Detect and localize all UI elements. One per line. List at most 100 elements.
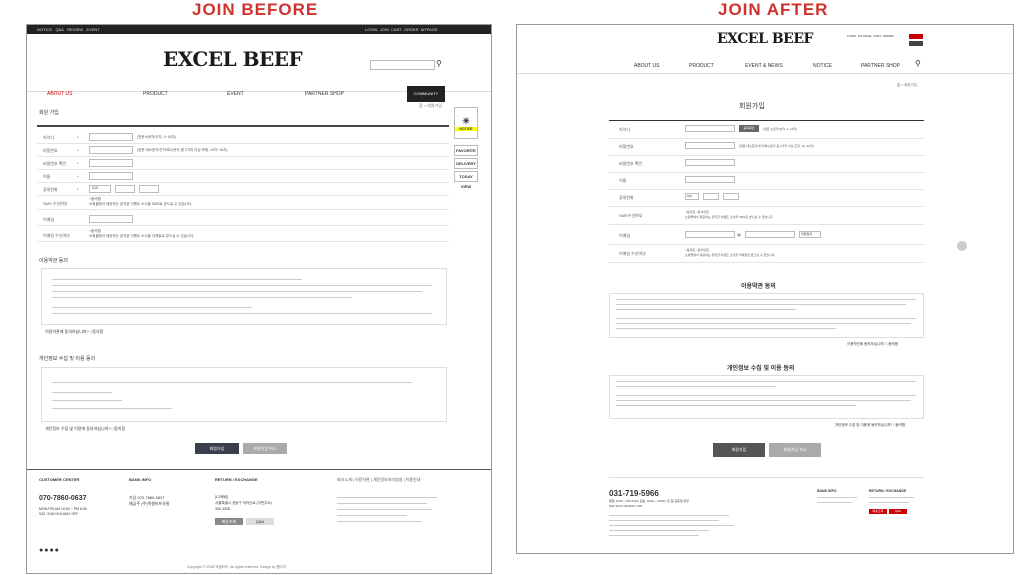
privacy-box[interactable] <box>41 367 447 422</box>
topnav-notice[interactable]: NOTICE <box>37 27 52 32</box>
after-form-hint: 쇼핑몰에서 제공하는 유익한 이벤트 소식을 이메일로 받으실 수 있습니다. <box>685 253 776 257</box>
after-qna-button[interactable]: Q&A <box>889 509 907 514</box>
phone-prefix-select[interactable]: 010 <box>89 185 111 193</box>
phone-input[interactable] <box>115 185 135 193</box>
form-label: 비밀번호 <box>43 148 58 153</box>
notice-widget[interactable]: ☀ NOTICE <box>454 107 478 139</box>
after-util-order[interactable]: ORDER <box>883 34 894 38</box>
after-text-input[interactable] <box>685 159 735 166</box>
terms-box[interactable] <box>41 268 447 325</box>
after-cancel-button[interactable]: 회원가입 취소 <box>769 443 821 457</box>
after-util-badge2[interactable] <box>909 41 923 46</box>
join-button[interactable]: 회원가입 <box>195 443 239 454</box>
link-terms[interactable]: 이용약관 <box>355 477 370 482</box>
terms-title: 이용약관 동의 <box>39 258 68 264</box>
after-form-row-divider <box>609 172 924 173</box>
form-row-divider <box>37 225 449 226</box>
bank-title: BANK INFO <box>129 477 152 482</box>
after-text-input[interactable] <box>685 176 735 183</box>
after-terms-box[interactable] <box>609 293 924 338</box>
after-footer-rule <box>609 477 924 478</box>
logo[interactable]: EXCEL BEEF <box>163 47 303 71</box>
after-email-domain-select[interactable]: 직접입력 <box>799 231 821 238</box>
after-text-input[interactable] <box>685 125 735 132</box>
nav-event[interactable]: EVENT <box>227 91 244 97</box>
after-screenshot: EXCEL BEEF LOGIN MY PAGE CART ORDER ABOU… <box>516 24 1014 554</box>
cc-title: CUSTOMER CENTER <box>39 477 80 482</box>
after-scroll-top-icon[interactable] <box>957 241 967 251</box>
after-nav-about[interactable]: ABOUT US <box>634 63 659 69</box>
after-email-id-input[interactable] <box>685 231 735 238</box>
after-nav-event[interactable]: EVENT & NEWS <box>745 63 783 69</box>
after-form-hint: 쇼핑몰에서 제공하는 유익한 이벤트 소식을 SMS로 받으실 수 있습니다. <box>685 215 774 219</box>
after-delivery-check-button[interactable]: 배송조회 <box>869 509 887 514</box>
topnav-order[interactable]: ORDER <box>404 27 418 32</box>
after-text-input[interactable] <box>685 142 735 149</box>
today-view-widget[interactable]: TODAY VIEW <box>454 171 478 189</box>
after-util-login[interactable]: LOGIN <box>847 34 856 38</box>
topnav-cart[interactable]: CART <box>391 27 402 32</box>
after-dup-check-button[interactable]: 중복확인 <box>739 125 759 132</box>
form-row-divider <box>37 195 449 196</box>
text-input[interactable] <box>89 159 133 167</box>
text-input[interactable] <box>89 172 133 180</box>
topnav-join[interactable]: JOIN <box>380 27 389 32</box>
after-footer-phone: 031-719-5966 <box>609 489 659 498</box>
footer-links: 회사소개 | 이용약관 | 개인정보처리방침 | 이용안내 <box>337 477 421 482</box>
form-top-rule <box>37 125 449 127</box>
after-consent-no: 동의안함 <box>697 248 709 252</box>
nav-about[interactable]: ABOUT US <box>47 91 72 97</box>
consent-label: 동의함 <box>91 229 101 233</box>
after-nav-product[interactable]: PRODUCT <box>689 63 714 69</box>
topnav-event[interactable]: EVENT <box>86 27 99 32</box>
required-star: * <box>77 148 79 153</box>
after-phone-input[interactable] <box>703 193 719 200</box>
text-input[interactable] <box>89 215 133 223</box>
form-hint: 쇼핑몰에서 제공하는 유익한 이벤트 소식을 이메일로 받으실 수 있습니다. <box>89 234 195 238</box>
topnav-qna[interactable]: Q&A <box>55 27 63 32</box>
after-util-nav: LOGIN MY PAGE CART ORDER <box>847 34 894 38</box>
after-privacy-box[interactable] <box>609 375 924 419</box>
after-logo[interactable]: EXCEL BEEF <box>717 31 813 47</box>
form-label: 아이디 <box>43 135 55 140</box>
search-icon[interactable]: ⚲ <box>436 59 442 68</box>
after-consent-radios[interactable]: ○동의함 ○동의안함 <box>685 210 709 214</box>
after-form-label: SMS수신여부 <box>619 213 643 218</box>
after-util-badge[interactable] <box>909 34 923 39</box>
after-search-icon[interactable]: ⚲ <box>915 59 921 68</box>
topnav-login[interactable]: LOGIN <box>365 27 377 32</box>
privacy-question: 개인정보 수집 및 이용에 동의하십니까? □동의함 <box>45 426 126 431</box>
link-company[interactable]: 회사소개 <box>337 477 352 482</box>
after-phone-input[interactable] <box>723 193 739 200</box>
topnav-mypage[interactable]: MYPAGE <box>421 27 438 32</box>
nav-product[interactable]: PRODUCT <box>143 91 168 97</box>
after-phone-prefix-select[interactable]: 010 <box>685 193 699 200</box>
text-input[interactable] <box>89 146 133 154</box>
nav-partner[interactable]: PARTNER SHOP <box>305 91 344 97</box>
after-util-mypage[interactable]: MY PAGE <box>858 34 871 38</box>
after-join-button[interactable]: 회원가입 <box>713 443 765 457</box>
phone-input[interactable] <box>139 185 159 193</box>
social-icons[interactable]: ●●●● <box>39 547 60 554</box>
after-consent-radios[interactable]: ○동의함 ○동의안함 <box>685 248 709 252</box>
form-label: 휴대전화 <box>43 187 58 192</box>
after-form-label: 이름 <box>619 178 627 183</box>
after-privacy-title: 개인정보 수집 및 이용 동의 <box>727 366 795 372</box>
after-util-cart[interactable]: CART <box>873 34 881 38</box>
link-guide[interactable]: 이용안내 <box>406 477 421 482</box>
after-nav-notice[interactable]: NOTICE <box>813 63 832 69</box>
return-line2: 서울특별시 성동구 아차산로 (지번주소) <box>215 501 272 505</box>
after-nav-partner[interactable]: PARTNER SHOP <box>861 63 900 69</box>
link-privacy[interactable]: 개인정보처리방침 <box>373 477 402 482</box>
after-email-domain-input[interactable] <box>745 231 795 238</box>
cc-phone: 070-7860-0637 <box>39 495 87 502</box>
favorite-widget[interactable]: FAVORITE <box>454 145 478 156</box>
cancel-button[interactable]: 회원가입 취소 <box>243 443 287 454</box>
delivery-check-button[interactable]: 배송조회 <box>215 518 243 525</box>
qna-button[interactable]: Q&A <box>246 518 274 525</box>
text-input[interactable] <box>89 133 133 141</box>
topnav-review[interactable]: REVIEW <box>67 27 83 32</box>
nav-community[interactable]: COMMUNITY <box>407 86 445 102</box>
delivery-widget[interactable]: DELIVERY <box>454 158 478 169</box>
search-input[interactable] <box>370 60 435 70</box>
